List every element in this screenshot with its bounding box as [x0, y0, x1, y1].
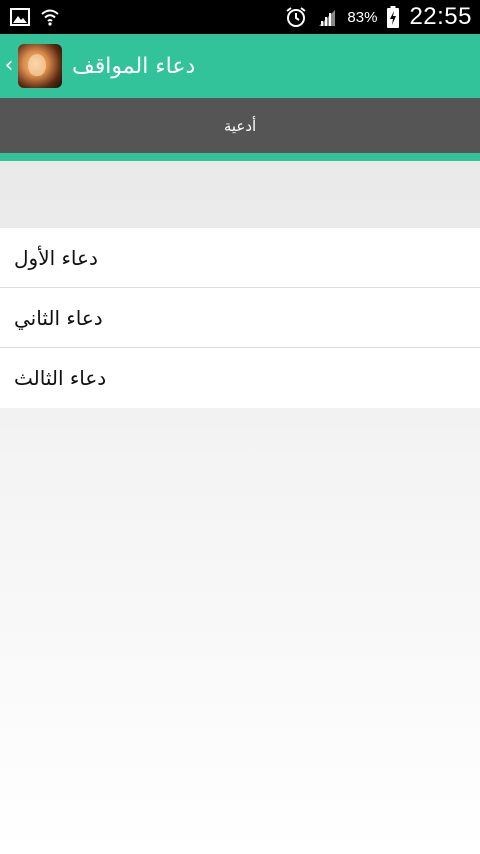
action-bar: ‹ دعاء المواقف: [0, 34, 480, 98]
list-item[interactable]: دعاء الثالث: [0, 348, 480, 408]
wifi-icon: [40, 8, 60, 26]
tab-duas[interactable]: أدعية: [224, 117, 256, 135]
clock: 22:55: [409, 3, 472, 30]
chevron-left-icon[interactable]: ‹: [2, 55, 16, 77]
list-item-label: دعاء الأول: [14, 245, 98, 270]
tab-strip: أدعية: [0, 98, 480, 153]
signal-icon: [317, 8, 337, 26]
list-item[interactable]: دعاء الأول: [0, 228, 480, 288]
list-item-label: دعاء الثاني: [14, 305, 103, 330]
page-title: دعاء المواقف: [72, 53, 196, 79]
content-area: دعاء الأول دعاء الثاني دعاء الثالث: [0, 161, 480, 854]
app-logo[interactable]: [18, 44, 62, 88]
battery-charging-icon: [387, 6, 400, 28]
alarm-icon: [285, 6, 307, 28]
list-item-label: دعاء الثالث: [14, 366, 107, 390]
dua-list: دعاء الأول دعاء الثاني دعاء الثالث: [0, 228, 480, 408]
list-item[interactable]: دعاء الثاني: [0, 288, 480, 348]
status-bar: 83% 22:55: [0, 0, 480, 34]
battery-percent: 83%: [347, 8, 378, 26]
status-left: [10, 8, 60, 26]
tab-indicator: [0, 153, 480, 161]
gallery-icon: [10, 8, 30, 26]
status-right: 83% 22:55: [285, 3, 472, 31]
